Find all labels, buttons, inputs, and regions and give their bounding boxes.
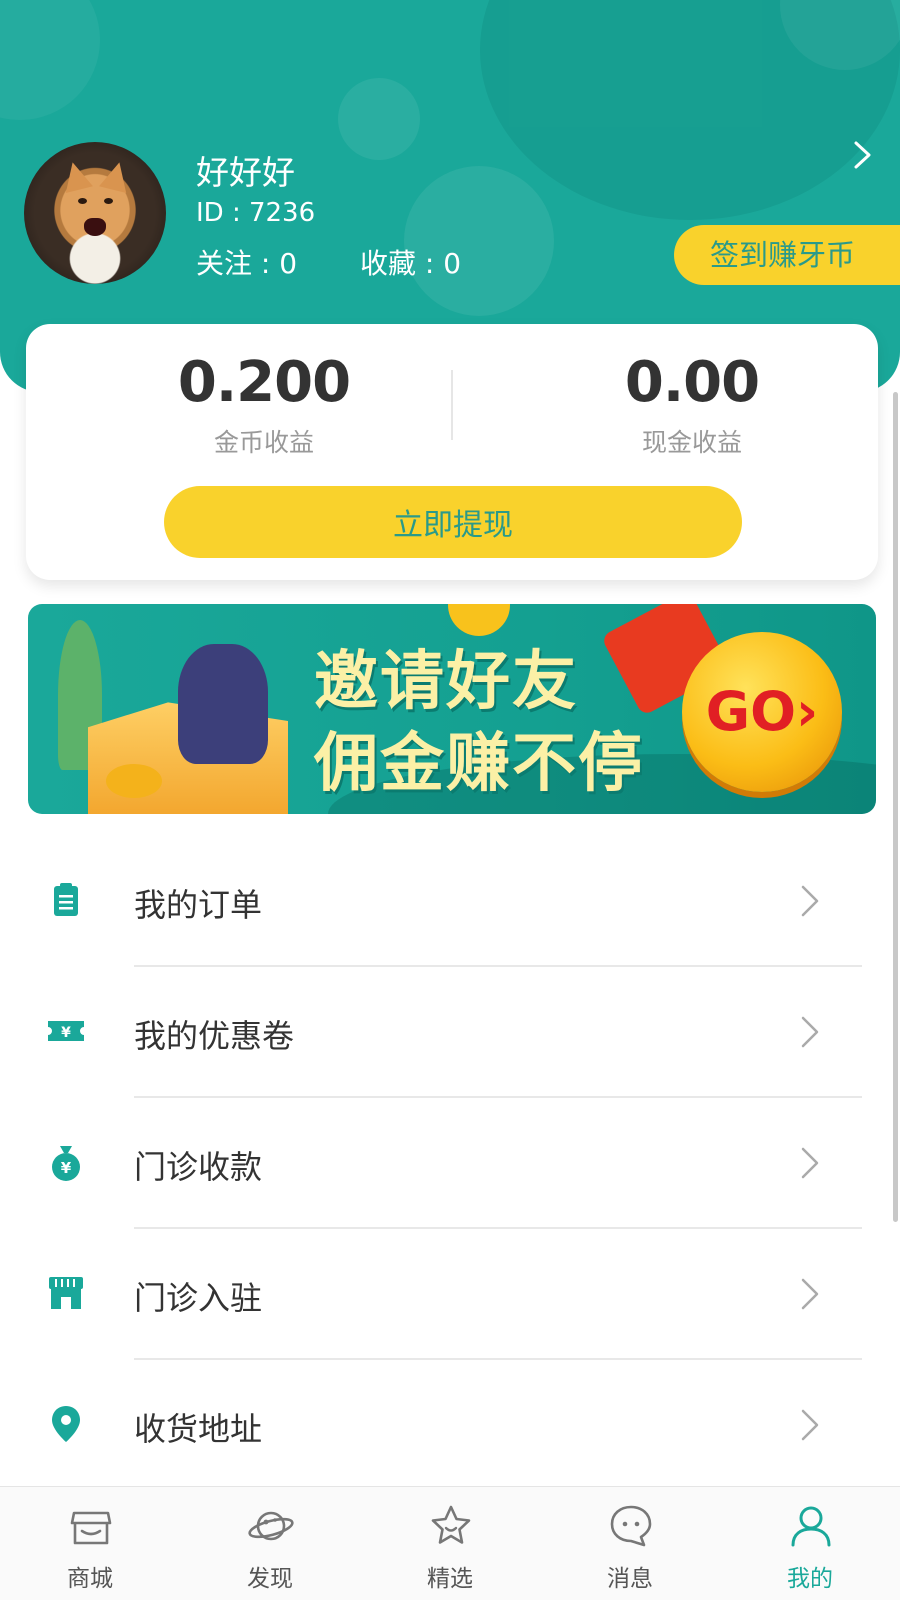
tab-discover[interactable]: 发现 bbox=[180, 1487, 360, 1600]
clipboard-icon bbox=[54, 883, 78, 916]
earnings-card: 0.200 金币收益 0.00 现金收益 立即提现 bbox=[26, 324, 878, 580]
svg-text:¥: ¥ bbox=[61, 1025, 71, 1041]
tab-label: 消息 bbox=[607, 1566, 653, 1592]
menu-item-my-orders[interactable]: 我的订单 bbox=[0, 836, 900, 967]
tab-mall[interactable]: 商城 bbox=[0, 1487, 180, 1600]
money-bag-icon: ¥ bbox=[52, 1146, 80, 1181]
withdraw-button[interactable]: 立即提现 bbox=[164, 486, 742, 558]
chat-bubble-icon bbox=[610, 1505, 652, 1547]
banner-subheadline: 佣金赚不停 bbox=[314, 727, 644, 801]
svg-text:¥: ¥ bbox=[61, 1159, 72, 1177]
avatar-detail bbox=[84, 218, 106, 236]
user-nickname[interactable]: 好好好 bbox=[196, 146, 295, 194]
header-decoration bbox=[404, 166, 554, 316]
tab-label: 商城 bbox=[67, 1566, 113, 1592]
chevron-right-icon[interactable] bbox=[852, 140, 874, 170]
cash-earnings-label: 现金收益 bbox=[641, 428, 742, 457]
menu-item-label: 我的优惠卷 bbox=[134, 1017, 295, 1055]
invite-friends-banner[interactable]: 邀请好友 佣金赚不停 GO› bbox=[28, 604, 876, 814]
chevron-right-icon bbox=[801, 885, 819, 917]
header-decoration bbox=[0, 0, 100, 120]
tab-me[interactable]: 我的 bbox=[720, 1487, 900, 1600]
tab-messages[interactable]: 消息 bbox=[540, 1487, 720, 1600]
coupon-icon: ¥ bbox=[48, 1021, 84, 1041]
user-id: ID : 7236 bbox=[196, 198, 316, 228]
cash-earnings-value: 0.00 bbox=[624, 350, 760, 415]
avatar[interactable] bbox=[24, 142, 166, 284]
avatar-detail bbox=[59, 159, 93, 193]
menu-list: 我的订单 ¥ 我的优惠卷 ¥ 门诊收款 门诊入驻 收货地址 bbox=[0, 836, 900, 1491]
star-icon bbox=[431, 1505, 471, 1544]
cash-earnings[interactable]: 0.00 现金收益 bbox=[542, 350, 842, 459]
coin-earnings[interactable]: 0.200 金币收益 bbox=[114, 350, 414, 459]
menu-item-my-coupons[interactable]: ¥ 我的优惠卷 bbox=[0, 967, 900, 1098]
checkin-earn-button[interactable]: 签到赚牙币 bbox=[674, 225, 900, 285]
chevron-right-icon bbox=[801, 1016, 819, 1048]
coins-illustration bbox=[106, 764, 162, 798]
storefront-icon bbox=[49, 1277, 83, 1309]
chevron-right-icon bbox=[801, 1409, 819, 1441]
avatar-detail bbox=[104, 198, 113, 204]
tab-featured[interactable]: 精选 bbox=[360, 1487, 540, 1600]
coin-earnings-label: 金币收益 bbox=[213, 428, 314, 457]
coin-earnings-value: 0.200 bbox=[177, 350, 351, 415]
person-icon bbox=[791, 1506, 831, 1547]
divider bbox=[451, 370, 453, 440]
location-pin-icon bbox=[52, 1406, 80, 1442]
banner-headline: 邀请好友 bbox=[314, 645, 578, 719]
avatar-detail bbox=[78, 198, 87, 204]
menu-item-clinic-payment[interactable]: ¥ 门诊收款 bbox=[0, 1098, 900, 1229]
favorites-count[interactable]: 收藏 : 0 bbox=[360, 242, 461, 282]
menu-item-label: 门诊入驻 bbox=[134, 1279, 263, 1317]
header-decoration bbox=[338, 78, 420, 160]
tab-label: 我的 bbox=[787, 1566, 833, 1592]
menu-item-label: 我的订单 bbox=[134, 886, 263, 924]
woman-with-tablet-illustration bbox=[178, 644, 268, 764]
menu-item-label: 门诊收款 bbox=[134, 1148, 263, 1186]
go-button[interactable]: GO› bbox=[682, 632, 842, 792]
shop-icon bbox=[70, 1511, 112, 1545]
scrollbar[interactable] bbox=[893, 392, 898, 1222]
chevron-right-icon bbox=[801, 1278, 819, 1310]
tab-label: 精选 bbox=[427, 1566, 473, 1592]
avatar-detail bbox=[99, 159, 133, 193]
bottom-tab-bar: 商城 发现 精选 消息 我的 bbox=[0, 1486, 900, 1600]
menu-item-clinic-settle-in[interactable]: 门诊入驻 bbox=[0, 1229, 900, 1360]
tab-label: 发现 bbox=[247, 1566, 293, 1592]
menu-item-label: 收货地址 bbox=[134, 1410, 263, 1448]
chevron-right-icon bbox=[801, 1147, 819, 1179]
menu-item-shipping-address[interactable]: 收货地址 bbox=[0, 1360, 900, 1491]
planet-icon bbox=[248, 1511, 294, 1541]
follow-count[interactable]: 关注 : 0 bbox=[196, 242, 297, 282]
